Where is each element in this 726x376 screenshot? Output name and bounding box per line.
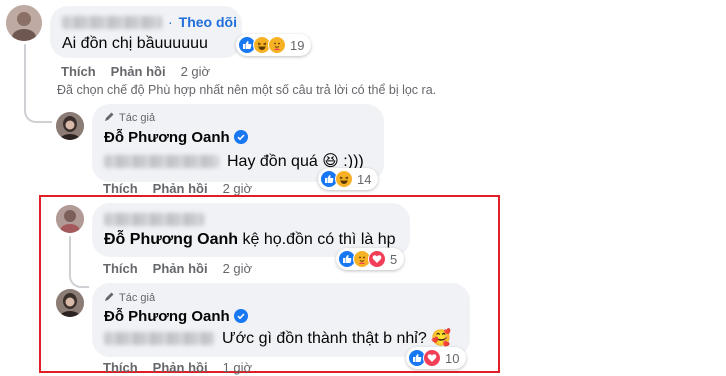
comment-actions: Thích Phản hồi 2 giờ bbox=[103, 261, 252, 276]
reaction-summary[interactable]: 19 bbox=[236, 34, 312, 56]
verified-badge-icon bbox=[233, 309, 248, 323]
blurred-mention bbox=[104, 331, 214, 345]
reply-timestamp[interactable]: 2 giờ bbox=[223, 181, 253, 196]
reply-text: Ước gì đồn thành thật b nhỉ? 🥰 bbox=[222, 330, 452, 347]
comment-text: kệ họ.đồn có thì là hp bbox=[242, 231, 396, 248]
filter-notice: Đã chọn chế độ Phù hợp nhất nên một số c… bbox=[57, 83, 437, 97]
pencil-icon bbox=[104, 291, 115, 305]
reaction-summary[interactable]: 14 bbox=[318, 168, 379, 190]
reply-bubble: Tác giả Đỗ Phương Oanh Ước gì đồn thành … bbox=[92, 283, 470, 357]
reaction-count[interactable]: 14 bbox=[357, 172, 371, 187]
blurred-commenter-name bbox=[62, 15, 162, 29]
like-button[interactable]: Thích bbox=[61, 64, 96, 79]
author-tag: Tác giả bbox=[104, 291, 155, 305]
author-tag-label: Tác giả bbox=[119, 292, 156, 304]
author-name[interactable]: Đỗ Phương Oanh bbox=[104, 308, 230, 325]
reply-button[interactable]: Phản hồi bbox=[111, 64, 166, 79]
comment-text: Ai đồn chị bầuuuuuu bbox=[62, 35, 208, 52]
comment-timestamp[interactable]: 2 giờ bbox=[181, 64, 211, 79]
reply-button[interactable]: Phản hồi bbox=[153, 360, 208, 375]
thread-connector bbox=[24, 95, 52, 123]
reply-actions: Thích Phản hồi 1 giờ bbox=[103, 360, 252, 375]
commenter-avatar[interactable] bbox=[56, 205, 84, 233]
comment-actions: Thích Phản hồi 2 giờ bbox=[61, 64, 210, 79]
verified-badge-icon bbox=[233, 130, 248, 144]
reply-timestamp[interactable]: 1 giờ bbox=[223, 360, 253, 375]
reaction-summary[interactable]: 10 bbox=[406, 347, 467, 369]
reply-button[interactable]: Phản hồi bbox=[153, 181, 208, 196]
reaction-count[interactable]: 19 bbox=[290, 38, 304, 53]
like-button[interactable]: Thích bbox=[103, 261, 138, 276]
follow-link[interactable]: Theo dõi bbox=[179, 14, 237, 30]
reaction-count[interactable]: 5 bbox=[390, 252, 397, 267]
blurred-commenter-name bbox=[104, 213, 204, 227]
author-avatar[interactable] bbox=[56, 289, 84, 317]
author-name[interactable]: Đỗ Phương Oanh bbox=[104, 129, 230, 146]
author-avatar[interactable] bbox=[56, 112, 84, 140]
author-tag-label: Tác giả bbox=[119, 112, 156, 124]
like-button[interactable]: Thích bbox=[103, 181, 138, 196]
reaction-count[interactable]: 10 bbox=[445, 351, 459, 366]
love-icon bbox=[368, 250, 386, 268]
commenter-avatar[interactable] bbox=[6, 5, 42, 41]
reply-actions: Thích Phản hồi 2 giờ bbox=[103, 181, 252, 196]
like-button[interactable]: Thích bbox=[103, 360, 138, 375]
pencil-icon bbox=[104, 111, 115, 125]
thread-line bbox=[69, 236, 71, 272]
love-icon bbox=[423, 349, 441, 367]
comment-bubble: · Theo dõi Ai đồn chị bầuuuuuu bbox=[50, 6, 242, 58]
comment-timestamp[interactable]: 2 giờ bbox=[223, 261, 253, 276]
thread-line bbox=[24, 44, 26, 96]
haha-icon bbox=[335, 170, 353, 188]
mentioned-name[interactable]: Đỗ Phương Oanh bbox=[104, 231, 238, 248]
care-icon bbox=[268, 36, 286, 54]
reply-button[interactable]: Phản hồi bbox=[153, 261, 208, 276]
author-tag: Tác giả bbox=[104, 111, 155, 125]
blurred-mention bbox=[104, 154, 219, 168]
reaction-summary[interactable]: 5 bbox=[336, 248, 405, 270]
